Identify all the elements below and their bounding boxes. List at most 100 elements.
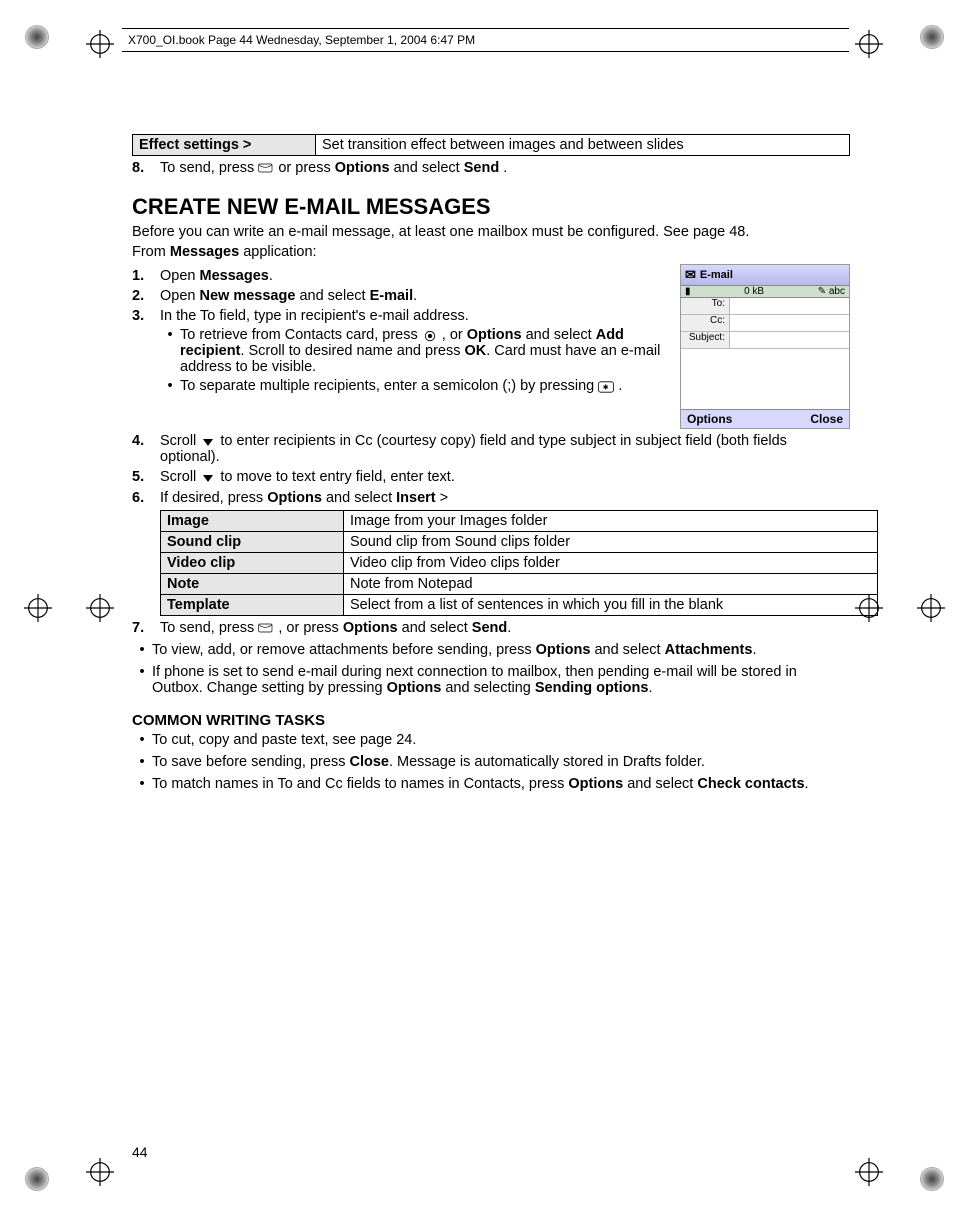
step-text: To send, press , or press Options and se…	[160, 620, 850, 636]
phone-body-area	[681, 349, 849, 410]
effect-settings-table: Effect settings > Set transition effect …	[132, 134, 850, 156]
text: >	[436, 490, 449, 506]
step-number: 2.	[132, 288, 160, 304]
cc-field-row: Cc:	[681, 315, 849, 332]
options-label: Options	[568, 776, 623, 792]
text: . Message is automatically stored in Dra…	[389, 754, 705, 770]
text: .	[413, 288, 417, 304]
insert-key: Sound clip	[161, 531, 344, 552]
bullet: •	[132, 642, 152, 658]
text: and select	[623, 776, 697, 792]
common-task-1: • To cut, copy and paste text, see page …	[132, 732, 850, 748]
options-label: Options	[536, 642, 591, 658]
header-stamp-text: X700_OI.book Page 44 Wednesday, Septembe…	[128, 33, 475, 47]
text: To cut, copy and paste text, see page 24…	[152, 732, 850, 748]
crosshair-icon	[86, 1158, 114, 1186]
text: To view, add, or remove attachments befo…	[152, 642, 536, 658]
text: To retrieve from Contacts card, press , …	[180, 327, 670, 375]
table-row: ImageImage from your Images folder	[161, 510, 878, 531]
step-text: Open Messages.	[160, 268, 670, 284]
phone-softkeys: Options Close	[681, 410, 849, 428]
insert-desc: Select from a list of sentences in which…	[344, 594, 878, 615]
send-key-icon	[258, 160, 274, 176]
step-1: 1. Open Messages.	[132, 268, 670, 284]
send-label: Send	[472, 620, 507, 636]
bullet: •	[132, 732, 152, 748]
text: To separate multiple recipients, enter a…	[180, 378, 598, 394]
phone-title-bar: ✉ E-mail	[681, 265, 849, 286]
effect-settings-desc: Set transition effect between images and…	[316, 135, 850, 156]
options-label: Options	[387, 680, 442, 696]
page-body: Effect settings > Set transition effect …	[132, 134, 850, 792]
insert-key: Image	[161, 510, 344, 531]
step-number: 4.	[132, 433, 160, 465]
text: To match names in To and Cc fields to na…	[152, 776, 850, 792]
common-tasks-heading: COMMON WRITING TASKS	[132, 712, 850, 729]
table-row: Effect settings > Set transition effect …	[133, 135, 850, 156]
text: To separate multiple recipients, enter a…	[180, 378, 670, 394]
svg-text:✱: ✱	[603, 382, 609, 391]
print-mark	[921, 1168, 943, 1190]
text: , or press	[278, 620, 342, 636]
input-mode: ✎ abc	[818, 286, 845, 297]
intro-paragraph: Before you can write an e-mail message, …	[132, 224, 850, 240]
table-row: Video clipVideo clip from Video clips fo…	[161, 552, 878, 573]
envelope-icon: ✉	[685, 267, 696, 283]
table-row: Sound clipSound clip from Sound clips fo…	[161, 531, 878, 552]
print-mark	[26, 26, 48, 48]
step-number: 5.	[132, 469, 160, 485]
bullet: •	[160, 378, 180, 394]
insert-label: Insert	[396, 490, 436, 506]
text: To save before sending, press	[152, 754, 349, 770]
check-contacts-label: Check contacts	[697, 776, 804, 792]
to-label: To:	[681, 298, 730, 314]
step-3: 3. In the To field, type in recipient's …	[132, 308, 670, 324]
text: and select	[590, 642, 664, 658]
text: and selecting	[441, 680, 535, 696]
softkey-close: Close	[810, 412, 843, 426]
text: Scroll	[160, 469, 200, 485]
note-sending-options: • If phone is set to send e-mail during …	[132, 664, 850, 696]
crosshair-icon	[855, 1158, 883, 1186]
text: To send, press	[160, 620, 258, 636]
messages-app-label: Messages	[170, 244, 239, 260]
star-key-icon: ✱	[598, 379, 614, 395]
bullet: •	[132, 754, 152, 770]
step-number: 3.	[132, 308, 160, 324]
text: , or	[442, 327, 467, 343]
text: .	[618, 378, 622, 394]
subject-label: Subject:	[681, 332, 730, 348]
text: or press	[278, 160, 334, 176]
from-line: From Messages application:	[132, 244, 850, 260]
step-number: 1.	[132, 268, 160, 284]
step-3-sub-b: • To separate multiple recipients, enter…	[160, 378, 670, 394]
scroll-down-icon	[200, 470, 216, 486]
size-indicator: 0 kB	[744, 286, 764, 297]
phone-title-text: E-mail	[700, 269, 733, 281]
subject-field-row: Subject:	[681, 332, 849, 349]
text: and select	[398, 620, 472, 636]
text: .	[752, 642, 756, 658]
options-label: Options	[267, 490, 322, 506]
text: and select	[295, 288, 369, 304]
common-task-3: • To match names in To and Cc fields to …	[132, 776, 850, 792]
crosshair-icon	[917, 594, 945, 622]
print-mark	[26, 1168, 48, 1190]
common-task-2: • To save before sending, press Close. M…	[132, 754, 850, 770]
messages-label: Messages	[200, 268, 269, 284]
phone-status-bar: ▮ 0 kB ✎ abc	[681, 286, 849, 298]
ok-label: OK	[465, 343, 487, 359]
text: to enter recipients in Cc (courtesy copy…	[160, 433, 787, 465]
text: and select	[522, 327, 596, 343]
bullet: •	[132, 664, 152, 696]
step-7: 7. To send, press , or press Options and…	[132, 620, 850, 636]
bullet: •	[132, 776, 152, 792]
text: . Scroll to desired name and press	[240, 343, 464, 359]
step-text: Scroll to enter recipients in Cc (courte…	[160, 433, 850, 465]
step-8: 8. To send, press or press Options and s…	[132, 160, 850, 176]
step-text: Open New message and select E-mail.	[160, 288, 670, 304]
step-number: 8.	[132, 160, 160, 176]
step-text: To send, press or press Options and sele…	[160, 160, 850, 176]
table-row: TemplateSelect from a list of sentences …	[161, 594, 878, 615]
options-label: Options	[335, 160, 390, 176]
